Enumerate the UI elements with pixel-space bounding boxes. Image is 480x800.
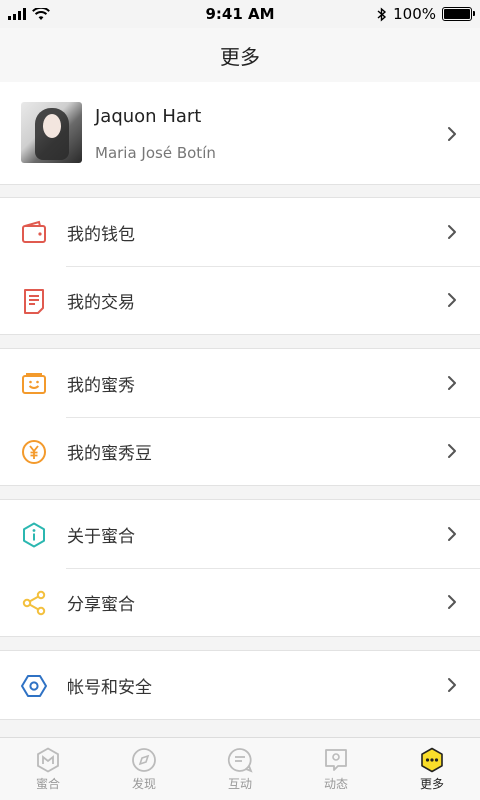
menu-item-about[interactable]: 关于蜜合 <box>0 500 480 568</box>
mihe-icon <box>37 746 59 773</box>
feed-icon <box>325 748 347 771</box>
menu-label-beans: 我的蜜秀豆 <box>67 443 152 464</box>
more-icon <box>421 747 443 772</box>
avatar <box>21 102 82 163</box>
tab-bar: 蜜合 发现 互动 动态 更多 <box>0 737 480 800</box>
smile-card-icon <box>22 373 46 394</box>
tab-label: 蜜合 <box>35 776 60 791</box>
menu-item-trade[interactable]: 我的交易 <box>0 266 480 334</box>
menu-item-beans[interactable]: 我的蜜秀豆 <box>0 417 480 485</box>
menu-item-show[interactable]: 我的蜜秀 <box>0 349 480 417</box>
more-screen: 9:41 AM 100% 更多 Jaquon Hart Maria José B… <box>0 0 480 800</box>
menu-label-about: 关于蜜合 <box>67 526 135 547</box>
menu-label-security: 帐号和安全 <box>67 677 152 698</box>
tab-feed[interactable]: 动态 <box>288 738 384 800</box>
profile-name: Jaquon Hart <box>95 106 202 127</box>
status-left <box>0 7 50 21</box>
chat-icon <box>227 747 253 773</box>
tab-more[interactable]: 更多 <box>384 738 480 800</box>
tab-interact[interactable]: 互动 <box>192 738 288 800</box>
info-hexagon-icon <box>23 522 45 548</box>
menu-item-share[interactable]: 分享蜜合 <box>0 568 480 636</box>
chevron-right-icon <box>448 127 456 141</box>
profile-subtitle: Maria José Botín <box>95 144 216 162</box>
wifi-icon <box>32 7 50 20</box>
receipt-icon <box>24 289 44 314</box>
tab-mihe[interactable]: 蜜合 <box>0 738 96 800</box>
tab-label: 发现 <box>131 776 156 791</box>
profile-card[interactable] <box>0 82 480 185</box>
tab-label: 更多 <box>419 776 444 791</box>
chevron-right-icon <box>448 376 456 390</box>
hex-nut-icon <box>21 675 47 697</box>
menu-item-wallet[interactable]: 我的钱包 <box>0 198 480 266</box>
bluetooth-icon <box>377 6 387 22</box>
section-show: 我的蜜秀 我的蜜秀豆 <box>0 348 480 486</box>
tab-discover[interactable]: 发现 <box>96 738 192 800</box>
chevron-right-icon <box>448 527 456 541</box>
tab-label: 动态 <box>323 776 348 791</box>
yuan-coin-icon <box>22 440 46 464</box>
section-security: 帐号和安全 <box>0 650 480 720</box>
battery-percent: 100% <box>393 5 436 23</box>
battery-icon <box>442 7 475 21</box>
page-title: 更多 <box>220 44 260 69</box>
section-wallet: 我的钱包 我的交易 <box>0 197 480 335</box>
section-about: 关于蜜合 分享蜜合 <box>0 499 480 637</box>
chevron-right-icon <box>448 293 456 307</box>
navigation-bar: 更多 <box>0 28 480 83</box>
chevron-right-icon <box>448 444 456 458</box>
signal-icon <box>8 8 26 20</box>
wallet-icon <box>22 220 46 243</box>
menu-label-show: 我的蜜秀 <box>67 375 135 396</box>
chevron-right-icon <box>448 595 456 609</box>
menu-label-trade: 我的交易 <box>67 292 135 313</box>
menu-label-share: 分享蜜合 <box>67 594 135 615</box>
chevron-right-icon <box>448 225 456 239</box>
share-icon <box>22 590 46 616</box>
status-right: 100% <box>377 5 480 23</box>
tab-label: 互动 <box>227 776 252 791</box>
menu-label-wallet: 我的钱包 <box>67 224 135 245</box>
chevron-right-icon <box>448 678 456 692</box>
compass-icon <box>132 747 156 772</box>
menu-item-security[interactable]: 帐号和安全 <box>0 651 480 719</box>
status-bar: 9:41 AM 100% <box>0 0 480 28</box>
